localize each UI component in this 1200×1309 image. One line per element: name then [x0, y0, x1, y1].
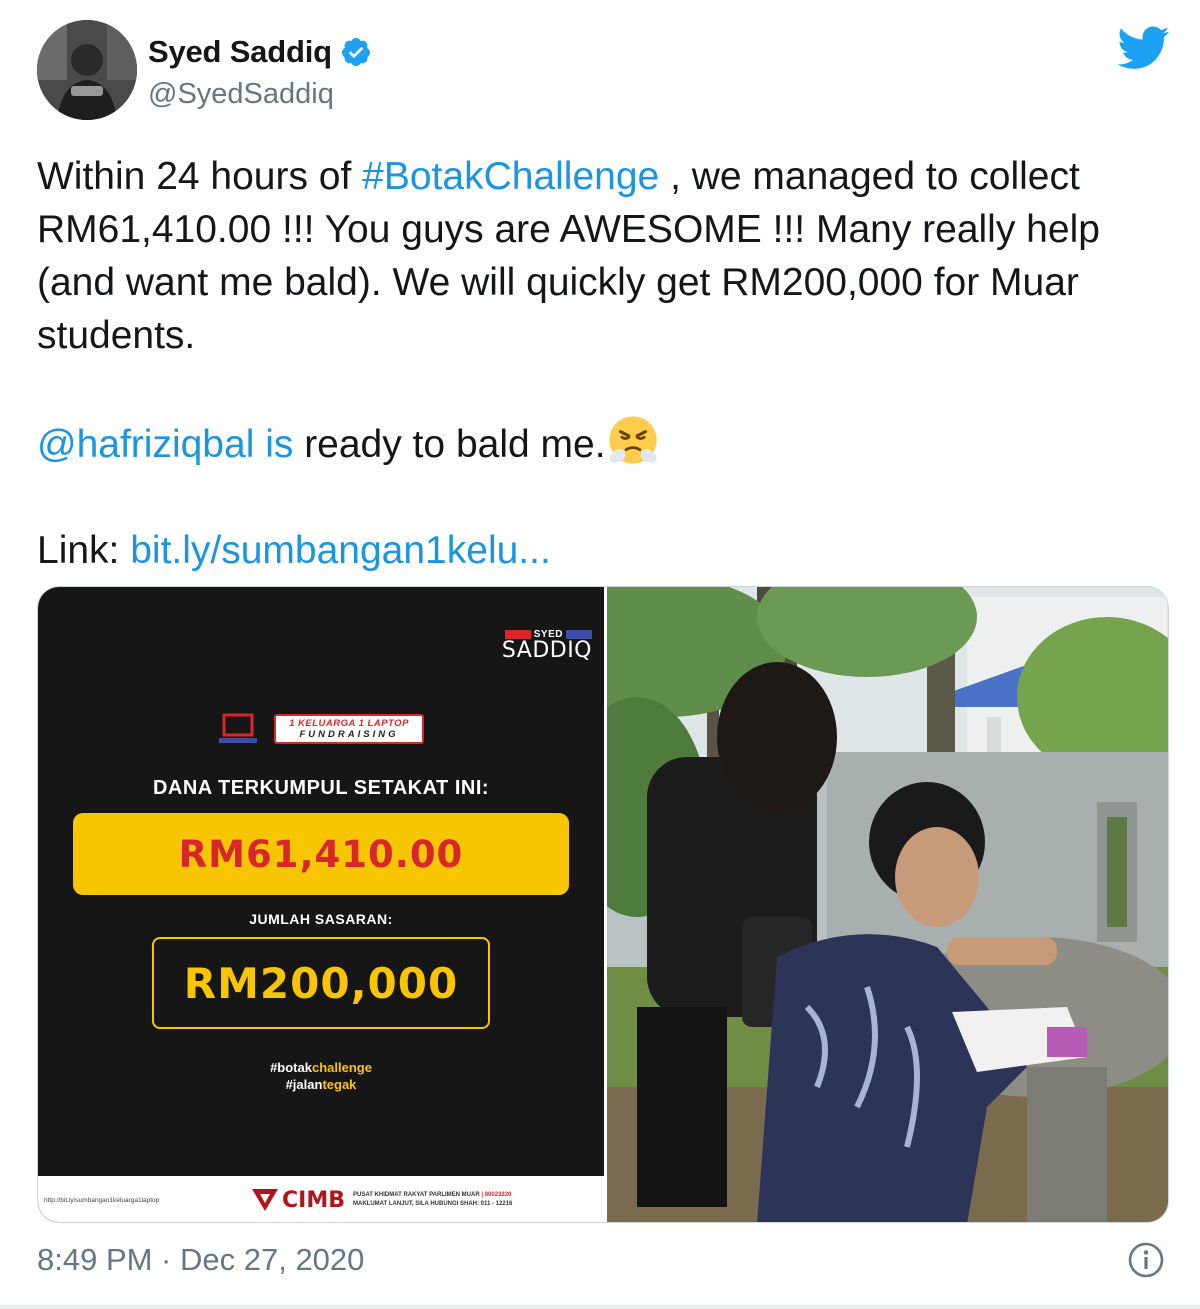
media-grid: SYED SADDIQ 1 KELUARGA 1 LAPTOP FUNDRAIS…: [37, 586, 1169, 1223]
face-with-steam-from-nose-icon: [608, 416, 657, 464]
target-amount-box: RM200,000: [152, 937, 490, 1029]
display-name[interactable]: Syed Saddiq: [148, 34, 332, 70]
target-amount: RM200,000: [183, 958, 459, 1008]
poster-hashtags: #botakchallenge #jalantegak: [38, 1059, 604, 1093]
footer-info-line1: PUSAT KHIDMAT RAKYAT PARLIMEN MUAR: [353, 1192, 480, 1198]
bottom-divider: [0, 1305, 1200, 1309]
poster-footer: http://bit.ly/sumbangan1keluarga1laptop …: [38, 1176, 604, 1222]
campaign-title: 1 KELUARGA 1 LAPTOP: [289, 718, 409, 729]
fundraising-poster-image[interactable]: SYED SADDIQ 1 KELUARGA 1 LAPTOP FUNDRAIS…: [38, 587, 604, 1222]
tweet-line-2: RM61,410.00 !!! You guys are AWESOME !!!…: [37, 208, 1100, 251]
tweet-line-link: Link: bit.ly/sumbangan1kelu...: [37, 524, 1167, 577]
shortened-url-link[interactable]: bit.ly/sumbangan1kelu...: [130, 529, 551, 572]
tweet-line-4: students.: [37, 314, 196, 357]
poster-footer-url: http://bit.ly/sumbangan1keluarga1laptop: [44, 1196, 160, 1204]
footer-info-line2: MAKLUMAT LANJUT, SILA HUBUNGI SHAH: 011 …: [353, 1201, 513, 1207]
campaign-tag: 1 KELUARGA 1 LAPTOP FUNDRAISING: [274, 714, 424, 744]
profile-photo-icon: [37, 20, 137, 120]
tweet-text-segment: , we managed to collect: [659, 155, 1080, 198]
poster-footer-info: PUSAT KHIDMAT RAKYAT PARLIMEN MUAR | 800…: [353, 1191, 512, 1209]
info-icon[interactable]: [1126, 1240, 1166, 1280]
footer-account: | 80023220: [481, 1192, 512, 1198]
hashtag-link[interactable]: #BotakChallenge: [362, 155, 659, 198]
tweet-text: Within 24 hours of #BotakChallenge , we …: [37, 150, 1167, 577]
tweet-text-segment: ready to bald me.: [293, 423, 606, 466]
tweet-line-1: Within 24 hours of #BotakChallenge , we …: [37, 150, 1167, 203]
tweet-text-segment: Within 24 hours of: [37, 155, 363, 198]
haircut-photo[interactable]: [607, 587, 1168, 1222]
collected-label: DANA TERKUMPUL SETAKAT INI:: [152, 777, 490, 799]
poster-hashtag-2b: tegak: [322, 1077, 357, 1092]
timestamp[interactable]: 8:49 PM · Dec 27, 2020: [37, 1242, 364, 1278]
collected-amount: RM61,410.00: [178, 832, 464, 876]
cimb-mark-icon: [252, 1189, 278, 1211]
tweet-line-3: (and want me bald). We will quickly get …: [37, 261, 1079, 304]
outdoor-scene-illustration: [607, 587, 1168, 1222]
cimb-logo: CIMB: [252, 1188, 345, 1213]
poster-hashtag-2a: #jalan: [285, 1077, 323, 1092]
poster-hashtag-1a: #botak: [270, 1060, 312, 1075]
brand-logo: SYED SADDIQ: [502, 629, 592, 662]
mention-link[interactable]: @hafriziqbal is: [37, 423, 293, 466]
tweet-card: Syed Saddiq @SyedSaddiq Within 24 hours …: [0, 0, 1200, 1309]
cimb-text: CIMB: [282, 1187, 345, 1213]
tweet-line-mention: @hafriziqbal is ready to bald me.: [37, 415, 1167, 471]
campaign-subtitle: FUNDRAISING: [299, 729, 399, 740]
link-label: Link:: [37, 529, 131, 572]
twitter-bird-icon[interactable]: [1118, 26, 1170, 70]
target-label: JUMLAH SASARAN:: [249, 911, 393, 927]
poster-hashtag-1b: challenge: [311, 1060, 372, 1075]
avatar[interactable]: [37, 20, 137, 120]
user-handle[interactable]: @SyedSaddiq: [148, 78, 334, 111]
brand-name: SADDIQ: [501, 638, 592, 663]
campaign-header: 1 KELUARGA 1 LAPTOP FUNDRAISING: [218, 713, 424, 745]
collected-amount-box: RM61,410.00: [73, 813, 569, 895]
laptop-icon: [219, 713, 257, 743]
verified-badge-icon: [341, 38, 370, 66]
